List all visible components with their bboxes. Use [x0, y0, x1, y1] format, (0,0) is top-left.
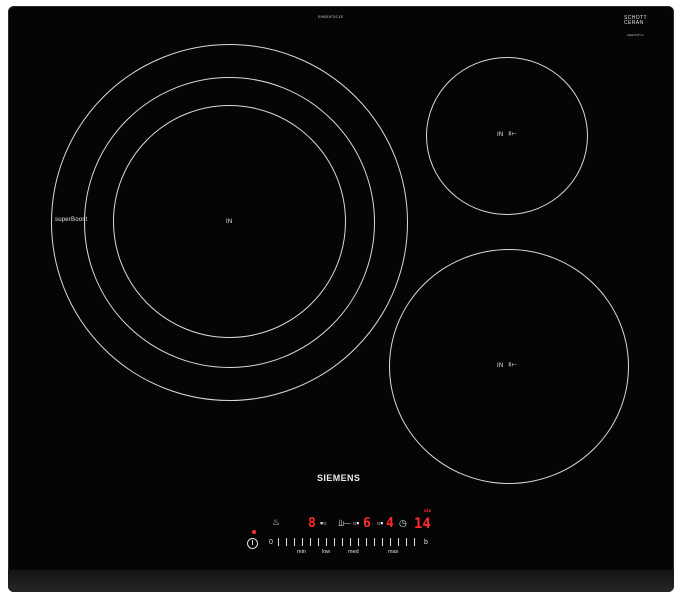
timer-unit-label: min [424, 508, 432, 513]
slider-label-min: min [297, 549, 306, 555]
slider-tick [414, 538, 415, 546]
model-number: EH651FDC1E [318, 14, 344, 19]
slider-tick [278, 538, 279, 546]
slider-tick [374, 538, 375, 546]
top-right-zone-in-label: IN [497, 132, 504, 138]
superboost-label: superBoost [55, 217, 88, 223]
timer-clock-icon[interactable]: ◷ [399, 518, 407, 529]
bottom-right-zone-in-label: IN [497, 363, 504, 369]
zone-select-icon-3[interactable]: ▫▪ [377, 518, 383, 528]
slider-label-low: low [322, 549, 331, 555]
power-button-icon[interactable] [247, 538, 258, 549]
power-slider[interactable] [278, 538, 418, 548]
zone-display-mid-1: 6 [363, 516, 371, 531]
slider-tick [302, 538, 303, 546]
slider-tick [310, 538, 311, 546]
slider-tick [382, 538, 383, 546]
large-zone-in-label: IN [226, 219, 233, 225]
pot-detect-icon[interactable]: ♨ [272, 517, 280, 528]
zone-display-mid-2: 4 [386, 516, 394, 531]
slider-tick [406, 538, 407, 546]
power-indicator-led [252, 530, 256, 534]
slider-tick [326, 538, 327, 546]
slider-tick [366, 538, 367, 546]
slider-tick [390, 538, 391, 546]
cooktop-front-edge [8, 570, 674, 592]
top-right-zone-symbol-icon: ⫫⟝ [508, 131, 518, 137]
slider-tick [294, 538, 295, 546]
slider-label-med: med [348, 549, 359, 555]
zone-display-left: 8 [308, 516, 316, 531]
schott-ceran-logo: SCHOTT CERAN [624, 16, 647, 26]
slider-tick [286, 538, 287, 546]
slider-tick [334, 538, 335, 546]
slider-tick [398, 538, 399, 546]
slider-tick [318, 538, 319, 546]
slider-tick [350, 538, 351, 546]
zone-select-icon-1[interactable]: ▪▫ [320, 518, 326, 528]
slider-tick [358, 538, 359, 546]
slider-tick [342, 538, 343, 546]
glass-brand-small: CERAN® Hi [627, 33, 644, 37]
slider-label-max: max [388, 549, 399, 555]
glass-brand-line-2: CERAN [624, 20, 644, 26]
boost-button[interactable]: b [424, 539, 428, 546]
timer-display: 14 [414, 516, 431, 532]
bottom-right-zone-symbol-icon: ⫫⟝ [508, 362, 518, 368]
slider-zero-label[interactable]: 0 [269, 539, 273, 546]
top-right-zone-ring [426, 57, 588, 215]
fry-sensor-icon[interactable]: ⫫⟝ [338, 518, 351, 529]
zone-select-icon-2[interactable]: ▫▪ [353, 518, 359, 528]
brand-logo: SIEMENS [317, 473, 361, 483]
